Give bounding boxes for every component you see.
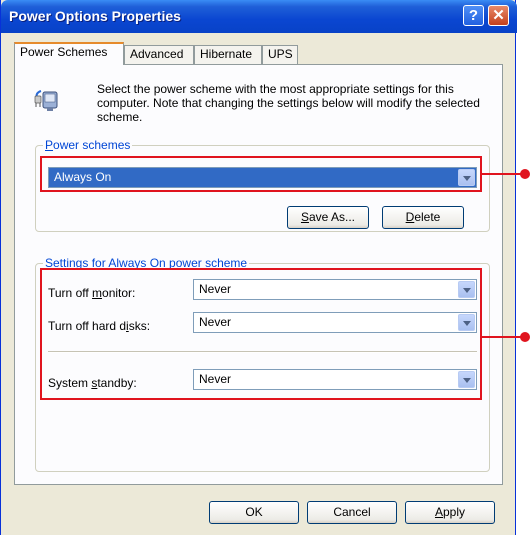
tab-ups[interactable]: UPS bbox=[262, 45, 298, 64]
power-plug-computer-icon bbox=[33, 83, 65, 115]
intro-description: Select the power scheme with the most ap… bbox=[97, 82, 480, 124]
tab-power-schemes[interactable]: Power Schemes bbox=[14, 42, 124, 65]
delete-button[interactable]: Delete bbox=[382, 206, 464, 229]
tab-hibernate[interactable]: Hibernate bbox=[194, 45, 262, 64]
scheme-callout-dot bbox=[520, 169, 530, 179]
ok-button[interactable]: OK bbox=[209, 501, 299, 524]
save-as-button[interactable]: Save As... bbox=[287, 206, 369, 229]
settings-callout-dot bbox=[520, 332, 530, 342]
scheme-callout-line bbox=[482, 173, 524, 175]
power-schemes-group-label: Power schemes bbox=[43, 138, 133, 152]
apply-button[interactable]: Apply bbox=[405, 501, 495, 524]
window-title: Power Options Properties bbox=[9, 8, 181, 24]
close-button[interactable]: ✕ bbox=[488, 5, 509, 26]
scheme-callout-box bbox=[40, 156, 482, 192]
help-button[interactable]: ? bbox=[463, 5, 484, 26]
settings-callout-box bbox=[40, 268, 482, 400]
tab-advanced[interactable]: Advanced bbox=[124, 45, 194, 64]
cancel-button[interactable]: Cancel bbox=[307, 501, 397, 524]
title-bar[interactable]: Power Options Properties ? ✕ bbox=[1, 0, 517, 33]
settings-callout-line bbox=[482, 336, 524, 338]
